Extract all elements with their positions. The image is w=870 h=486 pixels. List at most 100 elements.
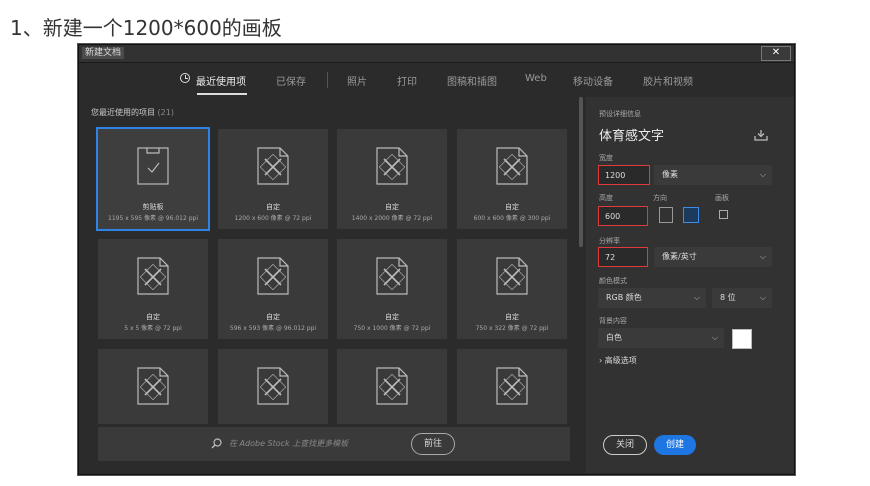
recent-item-dimensions: 750 x 322 像素 @ 72 ppi: [475, 325, 549, 332]
recent-item-dimensions: 1200 x 600 像素 @ 72 ppi: [234, 215, 312, 222]
window-title: 新建文档: [82, 47, 125, 59]
recent-label-text: 您最近使用的项目: [91, 108, 155, 117]
width-label: 宽度: [599, 154, 613, 162]
recent-item-name: 自定: [505, 313, 519, 321]
recent-item-card[interactable]: 自定 750 x 322 像素 @ 72 ppi: [457, 239, 567, 339]
clock-icon: [180, 73, 190, 83]
custom-doc-icon: [496, 257, 528, 295]
portrait-orientation-icon[interactable]: [659, 207, 673, 223]
custom-doc-icon: [496, 147, 528, 185]
resolution-label: 分辨率: [599, 237, 620, 245]
document-name-field[interactable]: 体育感文字: [599, 125, 664, 144]
resolution-unit-value: 像素/英寸: [662, 252, 697, 261]
grid-scrollbar[interactable]: [579, 97, 583, 247]
chevron-right-icon: ›: [599, 356, 603, 365]
chevron-down-icon: ⌵: [759, 252, 766, 261]
background-value: 白色: [606, 333, 622, 342]
recent-item-dimensions: 596 x 593 像素 @ 96.012 ppi: [229, 325, 317, 332]
custom-doc-icon: [257, 147, 289, 185]
clipboard-doc-icon: [137, 147, 169, 185]
recent-item-dimensions: 600 x 600 像素 @ 300 ppi: [473, 215, 551, 222]
custom-doc-icon: [376, 367, 408, 405]
tab-web[interactable]: Web: [525, 73, 547, 84]
active-tab-indicator: [197, 93, 247, 95]
height-field[interactable]: 600: [598, 206, 648, 226]
recent-item-card[interactable]: 自定 596 x 593 像素 @ 96.012 ppi: [218, 239, 328, 339]
chevron-down-icon: ⌵: [693, 293, 700, 302]
advanced-options-toggle[interactable]: › 高级选项: [599, 355, 637, 366]
bit-depth-value: 8 位: [720, 293, 736, 302]
go-button[interactable]: 前往: [411, 433, 455, 455]
tab-photo[interactable]: 照片: [347, 73, 367, 88]
custom-doc-icon: [496, 367, 528, 405]
recent-items-label: 您最近使用的项目 (21): [91, 107, 174, 118]
background-color-swatch[interactable]: [732, 329, 752, 349]
recent-item-dimensions: 1195 x 595 像素 @ 96.012 ppi: [108, 215, 198, 222]
custom-doc-icon: [137, 257, 169, 295]
background-select[interactable]: 白色 ⌵: [598, 328, 724, 348]
search-input[interactable]: 在 Adobe Stock 上查找更多模板: [229, 438, 348, 449]
chevron-down-icon: ⌵: [711, 333, 718, 342]
recent-item-name: 自定: [505, 203, 519, 211]
recent-count: (21): [157, 108, 174, 117]
tab-print[interactable]: 打印: [397, 73, 417, 88]
resolution-field[interactable]: 72: [598, 247, 648, 267]
custom-doc-icon: [257, 257, 289, 295]
stock-search-bar: 在 Adobe Stock 上查找更多模板 前往: [98, 427, 570, 461]
tab-separator: [327, 72, 328, 88]
tab-mobile[interactable]: 移动设备: [573, 73, 613, 88]
recent-item-card[interactable]: 自定 750 x 1000 像素 @ 72 ppi: [337, 239, 447, 339]
artboard-label: 画板: [715, 194, 729, 202]
custom-doc-icon: [376, 257, 408, 295]
step-title: 1、新建一个1200*600的画板: [10, 16, 282, 40]
background-label: 背景内容: [599, 317, 627, 325]
recent-item-name: 自定: [146, 313, 160, 321]
tab-saved[interactable]: 已保存: [276, 73, 306, 88]
preset-details-label: 预设详细信息: [599, 110, 641, 118]
color-mode-value: RGB 颜色: [606, 293, 642, 302]
recent-item-card[interactable]: 自定 1200 x 600 像素 @ 72 ppi: [218, 129, 328, 229]
recent-item-card[interactable]: 自定 5 x 5 像素 @ 72 ppi: [98, 239, 208, 339]
color-mode-select[interactable]: RGB 颜色 ⌵: [598, 288, 706, 308]
width-unit-value: 像素: [662, 170, 678, 179]
save-preset-icon[interactable]: [754, 129, 768, 141]
recent-item-dimensions: 750 x 1000 像素 @ 72 ppi: [353, 325, 431, 332]
recent-item-dimensions: 1400 x 2000 像素 @ 72 ppi: [351, 215, 433, 222]
title-bar: 新建文档 ✕: [79, 45, 794, 63]
recent-item-name: 自定: [385, 203, 399, 211]
close-button[interactable]: 关闭: [603, 435, 647, 455]
recent-item-name: 剪贴板: [142, 203, 164, 211]
recent-item-card[interactable]: [218, 349, 328, 424]
recent-item-card[interactable]: 自定 1400 x 2000 像素 @ 72 ppi: [337, 129, 447, 229]
window-close-button[interactable]: ✕: [761, 46, 791, 61]
height-label: 高度: [599, 194, 613, 202]
landscape-orientation-icon[interactable]: [683, 207, 699, 223]
create-button[interactable]: 创建: [654, 435, 696, 455]
width-unit-select[interactable]: 像素 ⌵: [654, 165, 772, 185]
advanced-options-label: 高级选项: [604, 356, 637, 365]
search-icon: [211, 438, 222, 449]
recent-item-card[interactable]: [457, 349, 567, 424]
tab-recent[interactable]: 最近使用项: [196, 73, 246, 88]
recent-item-dimensions: 5 x 5 像素 @ 72 ppi: [124, 325, 182, 332]
chevron-down-icon: ⌵: [759, 170, 766, 179]
resolution-unit-select[interactable]: 像素/英寸 ⌵: [654, 247, 772, 267]
tab-film-video[interactable]: 胶片和视频: [643, 73, 693, 88]
custom-doc-icon: [257, 367, 289, 405]
recent-item-card[interactable]: [337, 349, 447, 424]
width-field[interactable]: 1200: [598, 165, 650, 185]
recent-item-card[interactable]: [98, 349, 208, 424]
recent-item-card[interactable]: 剪贴板 1195 x 595 像素 @ 96.012 ppi: [98, 129, 208, 229]
recent-item-name: 自定: [266, 313, 280, 321]
custom-doc-icon: [376, 147, 408, 185]
chevron-down-icon: ⌵: [759, 293, 766, 302]
color-mode-label: 颜色模式: [599, 277, 627, 285]
recent-item-name: 自定: [266, 203, 280, 211]
recent-item-card[interactable]: 自定 600 x 600 像素 @ 300 ppi: [457, 129, 567, 229]
artboard-checkbox[interactable]: [719, 210, 728, 219]
tab-art-illustration[interactable]: 图稿和插图: [447, 73, 497, 88]
recent-item-name: 自定: [385, 313, 399, 321]
bit-depth-select[interactable]: 8 位 ⌵: [712, 288, 772, 308]
new-document-dialog: 新建文档 ✕ 最近使用项 已保存 照片 打印 图稿和插图 Web 移动设备 胶片…: [78, 44, 795, 475]
preset-tabs: 最近使用项 已保存 照片 打印 图稿和插图 Web 移动设备 胶片和视频: [79, 63, 794, 96]
